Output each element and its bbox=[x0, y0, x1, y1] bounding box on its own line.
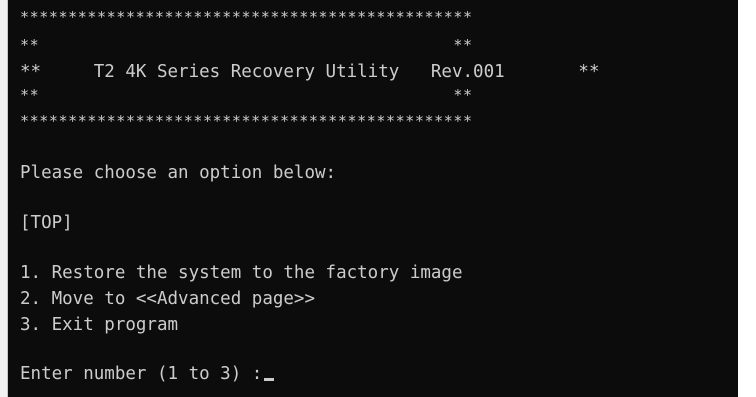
banner-border-bottom: ****************************************… bbox=[20, 112, 473, 130]
banner-border-top: ****************************************… bbox=[20, 8, 473, 26]
instruction-text: Please choose an option below: bbox=[20, 163, 337, 183]
banner-empty-line-top: ** ** bbox=[20, 36, 473, 54]
banner-title: ** T2 4K Series Recovery Utility Rev.001… bbox=[20, 62, 600, 82]
menu-option-exit: 3. Exit program bbox=[20, 315, 179, 335]
input-prompt-line[interactable]: Enter number (1 to 3) : bbox=[20, 364, 275, 384]
input-prompt: Enter number (1 to 3) : bbox=[20, 364, 263, 384]
page-label: [TOP] bbox=[20, 213, 73, 233]
console-area[interactable]: ****************************************… bbox=[8, 0, 738, 397]
scrollbar[interactable] bbox=[738, 0, 756, 397]
text-cursor bbox=[264, 378, 275, 381]
menu-option-restore: 1. Restore the system to the factory ima… bbox=[20, 263, 463, 283]
banner-empty-line-bottom: ** ** bbox=[20, 86, 473, 104]
menu-option-advanced: 2. Move to <<Advanced page>> bbox=[20, 289, 316, 309]
console-window: ****************************************… bbox=[0, 0, 756, 397]
window-left-edge bbox=[0, 0, 8, 397]
